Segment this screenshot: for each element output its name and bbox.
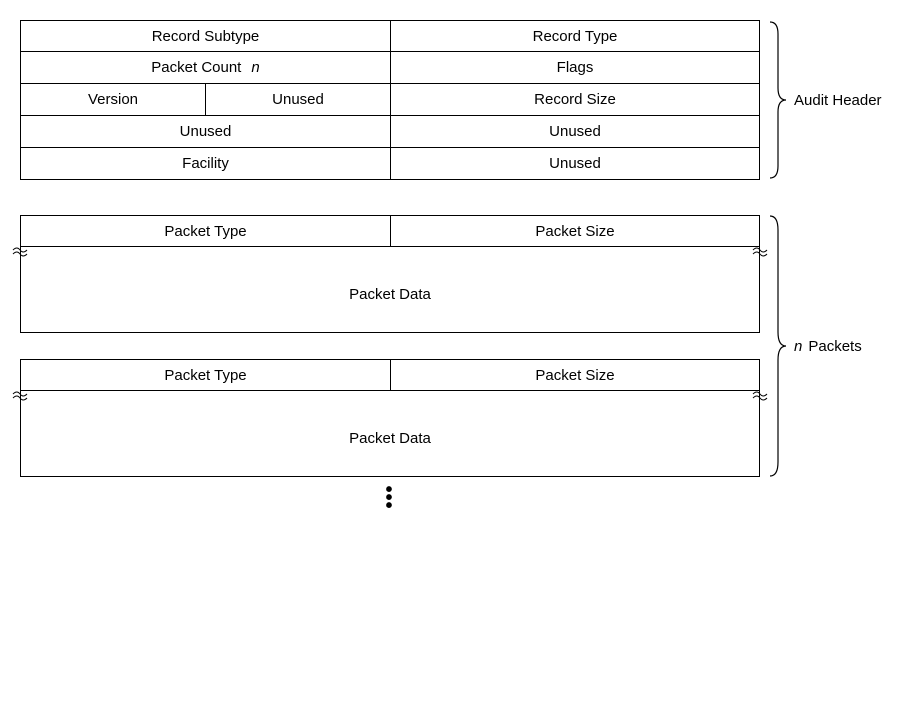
header-row-1: Packet Count n Flags (20, 52, 760, 84)
audit-header-brace: Audit Header (770, 20, 882, 180)
audit-header-table: Record Subtype Record Type Packet Count … (20, 20, 760, 180)
field-packet-count: Packet Count n (20, 52, 390, 84)
field-flags: Flags (390, 52, 760, 84)
packet-0: Packet Type Packet Size Packet Data (20, 215, 760, 333)
header-row-2-left: Version Unused (20, 84, 390, 116)
packets-brace: n Packets (770, 214, 862, 478)
audit-header-brace-label: Audit Header (794, 92, 882, 109)
packet-1: Packet Type Packet Size Packet Data (20, 359, 760, 477)
field-version: Version (20, 84, 205, 116)
header-row-4: Facility Unused (20, 148, 760, 180)
packet-0-data: Packet Data (20, 257, 760, 333)
header-row-3: Unused Unused (20, 116, 760, 148)
packet-1-type: Packet Type (20, 359, 390, 391)
header-row-0: Record Subtype Record Type (20, 20, 760, 52)
packet-0-header: Packet Type Packet Size (20, 215, 760, 247)
packet-1-trunc (20, 391, 760, 401)
packet-count-var: n (251, 59, 259, 76)
packet-0-trunc (20, 247, 760, 257)
packets-block: Packet Type Packet Size Packet Data (20, 214, 894, 478)
header-row-2: Version Unused Record Size (20, 84, 760, 116)
packets-count-var: n (794, 338, 802, 355)
packet-1-size: Packet Size (390, 359, 760, 391)
field-record-subtype: Record Subtype (20, 20, 390, 52)
field-record-type: Record Type (390, 20, 760, 52)
packet-0-type: Packet Type (20, 215, 390, 247)
field-facility: Facility (20, 148, 390, 180)
audit-header-block: Record Subtype Record Type Packet Count … (20, 20, 894, 180)
packets-stack: Packet Type Packet Size Packet Data (20, 215, 760, 477)
vertical-ellipsis-icon: ••• (20, 486, 760, 510)
field-unused-4r: Unused (390, 148, 760, 180)
packet-1-header: Packet Type Packet Size (20, 359, 760, 391)
field-record-size: Record Size (390, 84, 760, 116)
field-unused-q: Unused (205, 84, 390, 116)
packets-brace-label: n Packets (794, 338, 862, 355)
packets-label-text: Packets (808, 338, 861, 355)
field-unused-3r: Unused (390, 116, 760, 148)
packet-1-data: Packet Data (20, 401, 760, 477)
packet-count-label: Packet Count (151, 59, 241, 76)
field-unused-3l: Unused (20, 116, 390, 148)
audit-record-diagram: Record Subtype Record Type Packet Count … (20, 20, 894, 510)
packet-0-size: Packet Size (390, 215, 760, 247)
